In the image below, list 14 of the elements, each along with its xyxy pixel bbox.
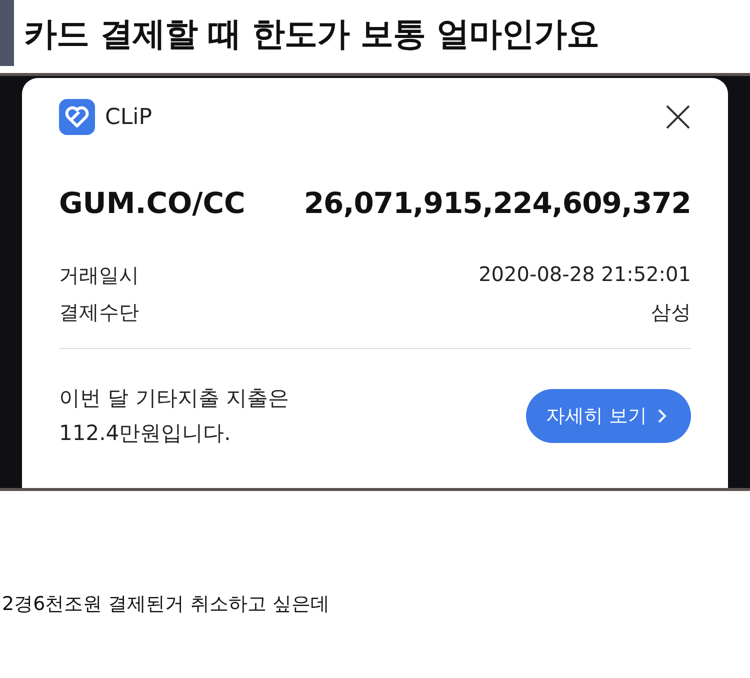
close-icon[interactable] <box>665 104 691 130</box>
app-name: CLiP <box>105 104 153 130</box>
chevron-right-icon <box>657 409 667 423</box>
post-body: 2경6천조원 결제된거 취소하고 싶은데 <box>1 592 330 617</box>
title-accent-bar <box>0 0 14 66</box>
payment-amount: 26,071,915,224,609,372 <box>304 186 691 220</box>
detail-value: 삼성 <box>651 299 691 326</box>
spending-message: 이번 달 기타지출 지출은 112.4만원입니다. <box>59 385 290 447</box>
merchant-name: GUM.CO/CC <box>59 186 246 220</box>
post-title: 카드 결제할 때 한도가 보통 얼마인가요 <box>24 12 599 54</box>
detail-label: 결제수단 <box>59 299 139 326</box>
details-button[interactable]: 자세히 보기 <box>526 389 691 443</box>
detail-value: 2020-08-28 21:52:01 <box>478 262 691 288</box>
detail-label: 거래일시 <box>59 262 139 289</box>
